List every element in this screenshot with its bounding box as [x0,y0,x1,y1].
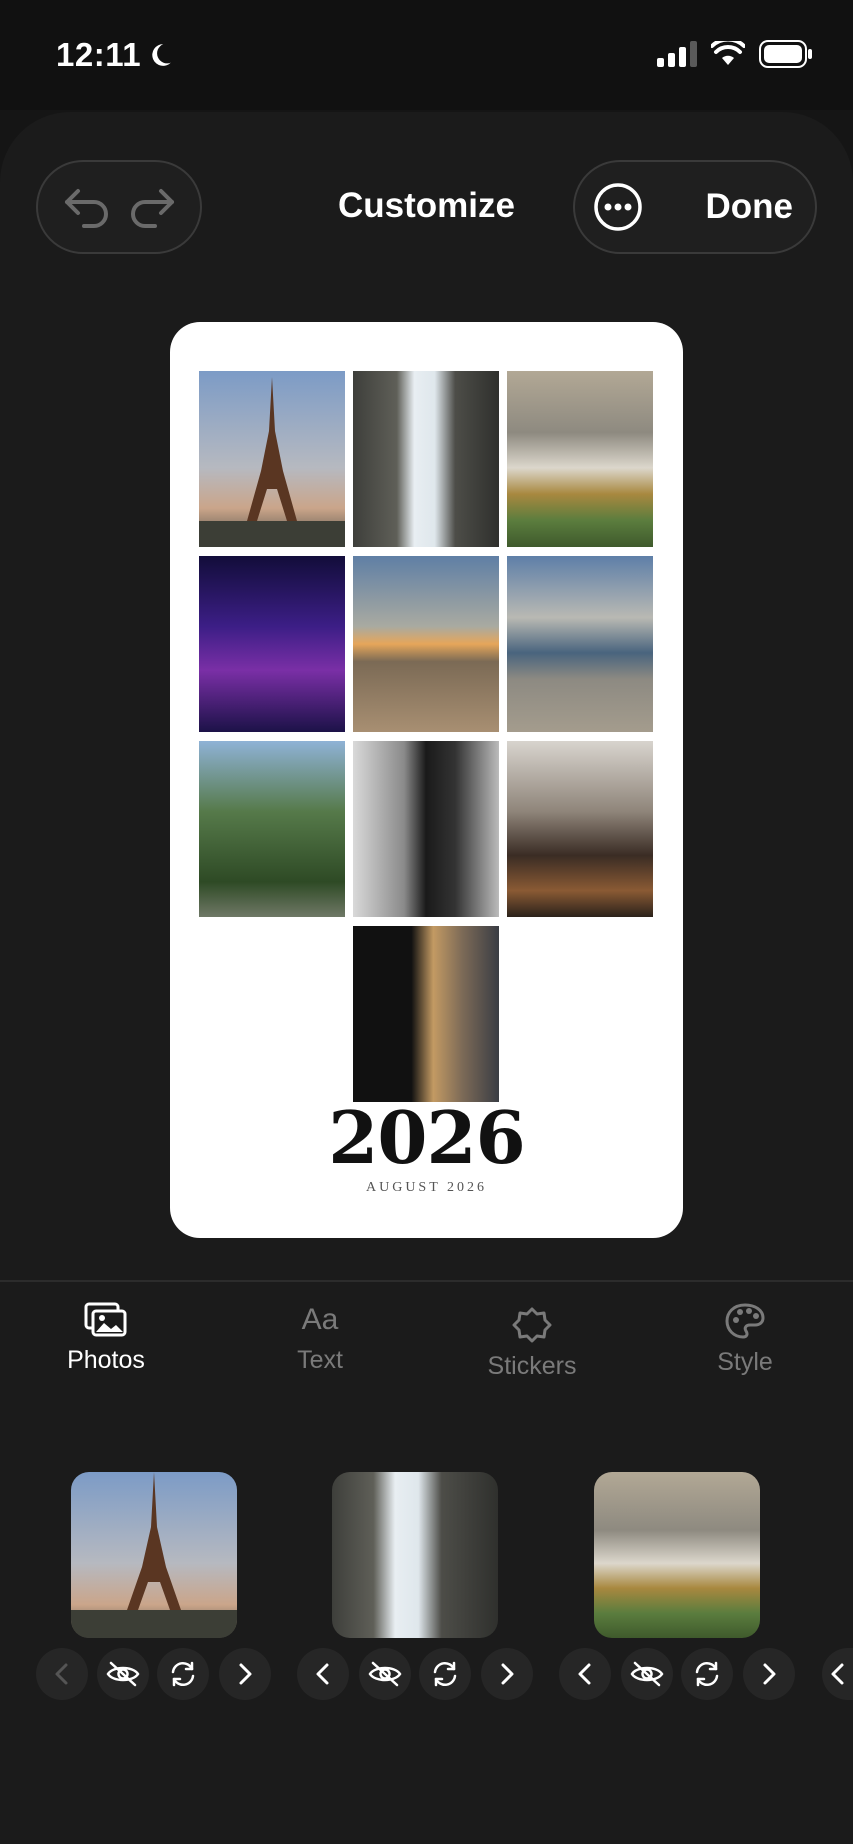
eye-slash-icon [368,1661,402,1687]
replace-photo-button[interactable] [157,1648,209,1700]
done-group: Done [573,160,817,254]
tab-stickers[interactable]: Stickers [432,1306,632,1381]
poster-year: 2026 [328,1095,525,1180]
eye-slash-icon [106,1661,140,1687]
tab-text[interactable]: Aa Text [220,1302,420,1375]
hide-photo-button[interactable] [621,1648,673,1700]
done-button[interactable]: Done [706,187,794,227]
eye-slash-icon [630,1661,664,1687]
battery-icon [759,40,812,68]
more-options-icon[interactable] [593,182,643,232]
photo-palm-trees[interactable] [199,741,345,917]
photo-stairs-pose[interactable] [507,741,653,917]
refresh-icon [171,1661,195,1687]
move-right-button[interactable] [219,1648,271,1700]
signal-icon [657,41,697,67]
move-left-button[interactable] [36,1648,88,1700]
move-left-button[interactable] [559,1648,611,1700]
thumbnail-eiffel-tower[interactable] [71,1472,237,1638]
replace-photo-button[interactable] [419,1648,471,1700]
tab-style[interactable]: Style [645,1302,845,1377]
hide-photo-button[interactable] [97,1648,149,1700]
eiffel-tower-drawing [199,377,345,547]
thumbnail-salad-dinner[interactable] [594,1472,760,1638]
wifi-icon [711,41,745,65]
photo-beach-waves[interactable] [507,556,653,732]
refresh-icon [695,1661,719,1687]
moon-icon [152,44,171,66]
photos-icon [84,1302,127,1337]
tab-divider [0,1280,853,1282]
photo-night-party[interactable] [199,556,345,732]
chevron-right-icon [239,1663,252,1685]
chevron-left-icon [578,1663,591,1685]
move-left-button[interactable] [297,1648,349,1700]
palette-icon [725,1303,765,1339]
photo-sunset-beach-path[interactable] [353,556,499,732]
hide-photo-button[interactable] [359,1648,411,1700]
photo-salad-dinner[interactable] [507,371,653,547]
text-aa-icon: Aa [301,1303,339,1336]
photo-mirror-selfie[interactable] [353,741,499,917]
poster-preview[interactable]: 2026 AUGUST 2026 [170,322,683,1238]
photo-ocean-silhouette[interactable] [353,926,499,1102]
tab-text-label: Text [297,1346,343,1374]
chevron-left-icon [831,1663,843,1685]
status-time: 12:11 [56,36,173,74]
tab-photos[interactable]: Photos [6,1302,206,1375]
photo-eiffel-tower[interactable] [199,371,345,547]
poster-month: AUGUST 2026 [365,1180,488,1195]
sticker-icon [512,1307,552,1343]
time-text: 12:11 [56,36,142,73]
photo-waterfall[interactable] [353,371,499,547]
tab-style-label: Style [717,1348,773,1376]
status-bar: 12:11 [0,0,853,110]
replace-photo-button[interactable] [681,1648,733,1700]
chevron-left-icon [316,1663,329,1685]
eiffel-tower-thumb-drawing [71,1472,237,1638]
status-icons [657,40,813,68]
tab-stickers-label: Stickers [487,1352,577,1380]
thumbnail-waterfall[interactable] [332,1472,498,1638]
chevron-right-icon [763,1663,776,1685]
move-right-button[interactable] [743,1648,795,1700]
refresh-icon [433,1661,457,1687]
chevron-right-icon [501,1663,514,1685]
chevron-left-icon [55,1663,68,1685]
move-right-button[interactable] [481,1648,533,1700]
tab-photos-label: Photos [67,1346,145,1374]
